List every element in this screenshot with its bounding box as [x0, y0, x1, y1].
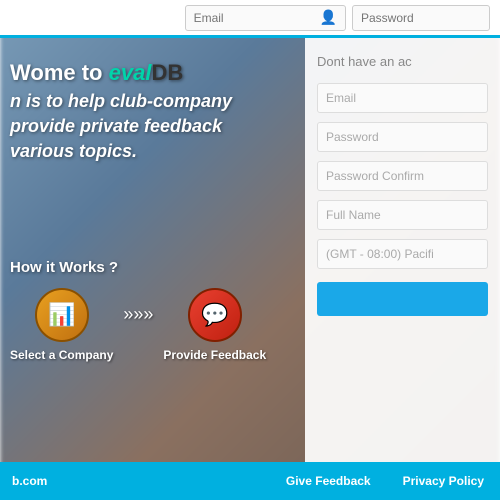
brand-eval: eval [109, 60, 152, 85]
footer-domain[interactable]: b.com [0, 474, 63, 488]
reg-email-input[interactable] [317, 83, 488, 113]
reg-fullname-field [317, 200, 488, 230]
how-it-works-section: How it Works ? 📊 Select a Company »»» 💬 … [10, 259, 266, 362]
arrow-icon: »»» [123, 304, 153, 325]
nav-email-wrap: 👤 [185, 5, 346, 31]
footer: b.com Give Feedback Privacy Policy [0, 462, 500, 500]
hero-section: Wome to evalDB n is to help club-company… [10, 58, 232, 164]
reg-fullname-input[interactable] [317, 200, 488, 230]
reg-timezone-input[interactable] [317, 239, 488, 269]
reg-title: Dont have an ac [317, 54, 488, 71]
reg-timezone-field [317, 239, 488, 269]
reg-password-input[interactable] [317, 122, 488, 152]
nav-password-input[interactable] [361, 11, 481, 25]
top-nav: 👤 [0, 0, 500, 38]
hero-title: Wome to evalDB [10, 58, 232, 89]
welcome-text: W [10, 60, 30, 85]
nav-email-input[interactable] [194, 11, 314, 25]
hero-line1: n is to help club-company [10, 89, 232, 114]
reg-password-field [317, 122, 488, 152]
person-icon: 👤 [320, 9, 337, 26]
registration-panel: Dont have an ac [305, 38, 500, 462]
reg-confirm-field [317, 161, 488, 191]
reg-email-field [317, 83, 488, 113]
feedback-icon: 💬 [188, 288, 242, 342]
step-feedback-label: Provide Feedback [163, 348, 266, 362]
step-company-label: Select a Company [10, 348, 113, 362]
reg-confirm-input[interactable] [317, 161, 488, 191]
brand-db: DB [151, 60, 183, 85]
step-feedback: 💬 Provide Feedback [163, 288, 266, 362]
how-it-works-title: How it Works ? [10, 259, 266, 276]
step-company: 📊 Select a Company [10, 288, 113, 362]
steps-container: 📊 Select a Company »»» 💬 Provide Feedbac… [10, 288, 266, 362]
company-icon: 📊 [35, 288, 89, 342]
hero-line2: provide private feedback [10, 114, 232, 139]
footer-give-feedback[interactable]: Give Feedback [270, 474, 387, 488]
hero-line3: various topics. [10, 139, 232, 164]
main-content: Wome to evalDB n is to help club-company… [0, 38, 500, 462]
footer-privacy-policy[interactable]: Privacy Policy [387, 474, 500, 488]
nav-password-wrap [352, 5, 490, 31]
register-button[interactable] [317, 282, 488, 316]
welcome-suffix: ome to [30, 60, 102, 85]
